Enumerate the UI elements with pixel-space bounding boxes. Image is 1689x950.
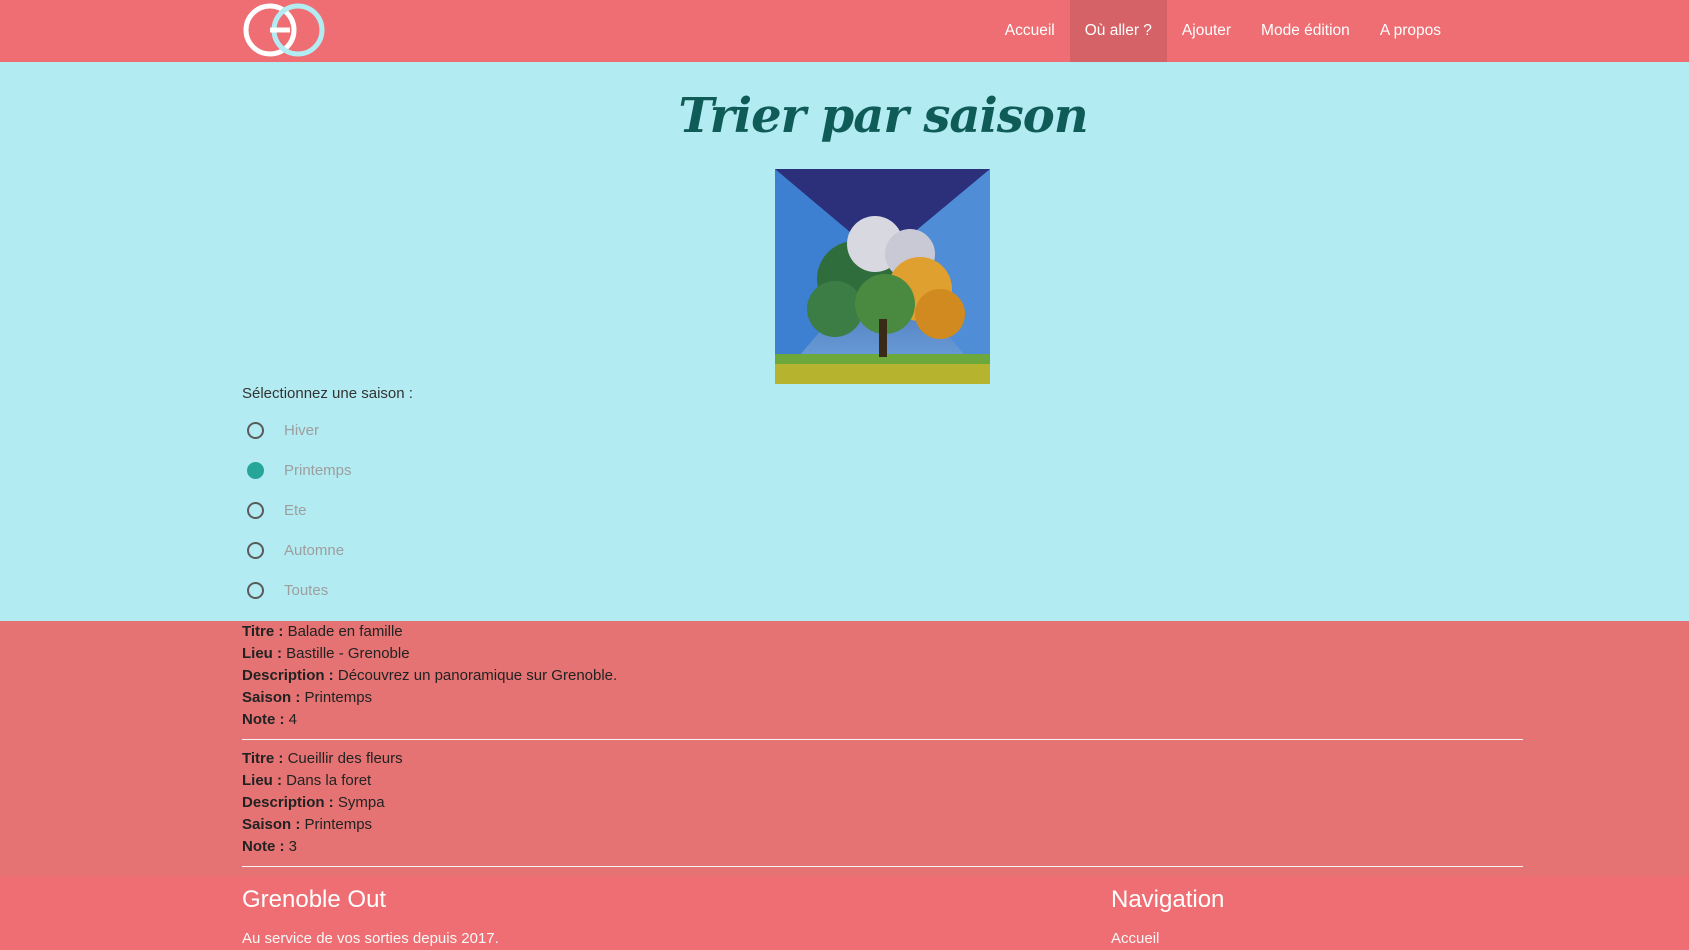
- radio-label[interactable]: Toutes: [284, 582, 328, 599]
- nav-accueil[interactable]: Accueil: [990, 0, 1070, 62]
- radio-hiver[interactable]: Hiver: [242, 410, 352, 450]
- season-radio-group: Hiver Printemps Ete Automne Toutes: [242, 410, 352, 610]
- radio-toutes[interactable]: Toutes: [242, 570, 352, 610]
- result-item: Titre : Balade en famille Lieu : Bastill…: [242, 621, 1523, 731]
- radio-label[interactable]: Hiver: [284, 422, 319, 439]
- radio-button[interactable]: [247, 421, 264, 439]
- page-title: Trier par saison: [678, 88, 1088, 144]
- footer-tagline: Au service de vos sorties depuis 2017.: [242, 930, 499, 947]
- nav-ajouter[interactable]: Ajouter: [1167, 0, 1246, 62]
- nav-a-propos[interactable]: A propos: [1365, 0, 1456, 62]
- radio-ete[interactable]: Ete: [242, 490, 352, 530]
- result-description: Description : Découvrez un panoramique s…: [242, 667, 618, 684]
- radio-automne[interactable]: Automne: [242, 530, 352, 570]
- result-saison: Saison : Printemps: [242, 689, 373, 706]
- radio-button-checked[interactable]: [247, 461, 264, 479]
- result-lieu: Lieu : Bastille - Grenoble: [242, 645, 410, 662]
- radio-label[interactable]: Automne: [284, 542, 344, 559]
- go-logo[interactable]: [242, 2, 326, 58]
- radio-printemps[interactable]: Printemps: [242, 450, 352, 490]
- radio-button[interactable]: [247, 541, 264, 559]
- result-item: Titre : Cueillir des fleurs Lieu : Dans …: [242, 748, 1523, 858]
- footer-nav-link-accueil[interactable]: Accueil: [1111, 930, 1159, 947]
- four-seasons-tree-image: [775, 169, 990, 384]
- season-select-label: Sélectionnez une saison :: [242, 385, 413, 402]
- navbar: Accueil Où aller ? Ajouter Mode édition …: [0, 0, 1689, 62]
- footer-nav-title: Navigation: [1111, 886, 1225, 913]
- result-titre: Titre : Balade en famille: [242, 623, 403, 640]
- radio-button[interactable]: [247, 501, 264, 519]
- result-note: Note : 4: [242, 711, 298, 728]
- radio-label[interactable]: Printemps: [284, 462, 352, 479]
- result-divider: [242, 739, 1523, 740]
- result-note: Note : 3: [242, 838, 298, 855]
- radio-label[interactable]: Ete: [284, 502, 307, 519]
- result-description: Description : Sympa: [242, 794, 385, 811]
- result-titre: Titre : Cueillir des fleurs: [242, 750, 403, 767]
- result-lieu: Lieu : Dans la foret: [242, 772, 372, 789]
- result-divider: [242, 866, 1523, 867]
- results-section: Titre : Balade en famille Lieu : Bastill…: [0, 621, 1689, 876]
- nav-mode-edition[interactable]: Mode édition: [1246, 0, 1365, 62]
- result-saison: Saison : Printemps: [242, 816, 373, 833]
- main-section: Trier par saison Sélectionnez une saison…: [0, 62, 1689, 621]
- nav-menu: Accueil Où aller ? Ajouter Mode édition …: [990, 0, 1689, 62]
- nav-ou-aller[interactable]: Où aller ?: [1069, 0, 1167, 62]
- radio-button[interactable]: [247, 581, 264, 599]
- footer: Grenoble Out Au service de vos sorties d…: [0, 876, 1689, 950]
- footer-title: Grenoble Out: [242, 886, 387, 913]
